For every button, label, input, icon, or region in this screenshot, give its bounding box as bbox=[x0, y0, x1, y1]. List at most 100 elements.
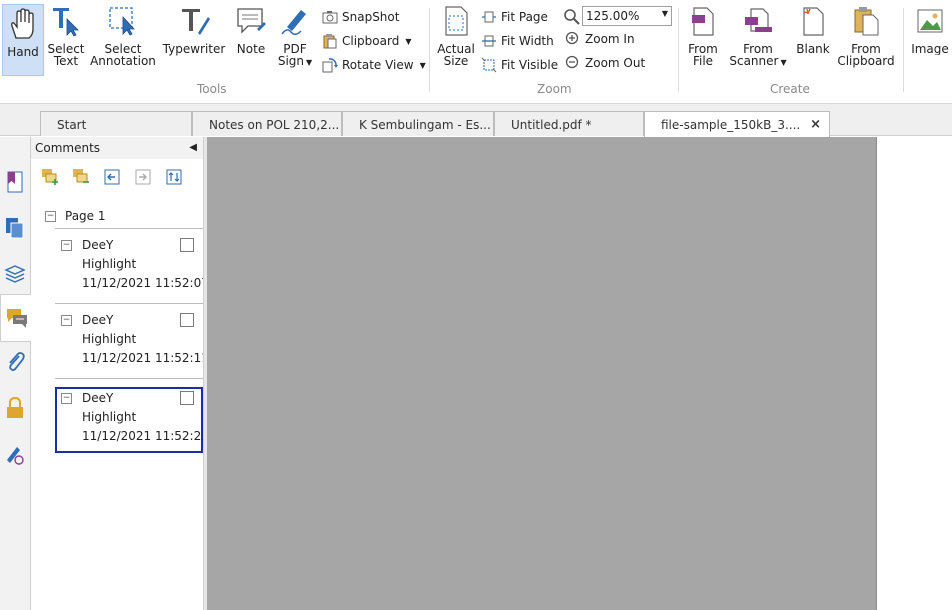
typewriter-button[interactable]: Typewriter bbox=[162, 4, 226, 55]
image-label: Image bbox=[911, 42, 949, 55]
comment-author: DeeY bbox=[82, 313, 114, 327]
comments-toolbar bbox=[31, 165, 203, 189]
collapse-node-icon[interactable]: − bbox=[45, 210, 56, 222]
collapse-node-icon[interactable]: − bbox=[61, 240, 72, 251]
comment-type: Highlight bbox=[82, 257, 137, 271]
collapse-all-icon[interactable] bbox=[70, 166, 92, 188]
tab-k-sembulingam[interactable]: K Sembulingam - Es... bbox=[342, 111, 494, 136]
fit-visible-button[interactable]: Fit Visible bbox=[481, 56, 558, 74]
import-comments-icon[interactable] bbox=[101, 166, 123, 188]
tab-label: Notes on POL 210,2... bbox=[209, 118, 340, 132]
comment-date: 11/12/2021 11:52:07 bbox=[82, 276, 209, 290]
from-clipboard-icon bbox=[849, 4, 883, 38]
document-tab-strip: Start Notes on POL 210,2... K Sembulinga… bbox=[0, 104, 952, 137]
sort-comments-icon[interactable] bbox=[163, 166, 185, 188]
tab-notes-pol[interactable]: Notes on POL 210,2... bbox=[192, 111, 342, 136]
bookmark-icon[interactable] bbox=[2, 169, 28, 195]
tab-label: K Sembulingam - Es... bbox=[359, 118, 491, 132]
zoom-in-icon bbox=[565, 31, 581, 47]
image-button[interactable]: Image bbox=[908, 4, 952, 55]
clipboard-button[interactable]: Clipboard ▼ bbox=[322, 32, 411, 50]
export-comments-icon[interactable] bbox=[132, 166, 154, 188]
paperclip-icon[interactable] bbox=[2, 349, 28, 375]
tab-start[interactable]: Start bbox=[40, 111, 192, 136]
comments-icon[interactable] bbox=[0, 294, 32, 342]
comment-item[interactable]: − DeeY Highlight 11/12/2021 11:52:07 bbox=[55, 234, 209, 300]
magnifier-icon[interactable] bbox=[563, 8, 581, 26]
comment-item[interactable]: − DeeY Highlight 11/12/2021 11:52:11 bbox=[55, 309, 209, 375]
select-text-label-2: Text bbox=[53, 54, 79, 68]
comment-type: Highlight bbox=[82, 410, 137, 424]
comment-item-selected[interactable]: − DeeY Highlight 11/12/2021 11:52:23 bbox=[55, 387, 209, 453]
create-group-label: Create bbox=[770, 82, 810, 96]
select-text-icon bbox=[49, 4, 83, 38]
comment-date: 11/12/2021 11:52:11 bbox=[82, 351, 209, 365]
group-separator bbox=[678, 8, 679, 92]
pdf-sign-label-2: Sign ▼ bbox=[278, 55, 312, 69]
hand-label: Hand bbox=[7, 45, 39, 59]
document-canvas[interactable] bbox=[207, 137, 876, 610]
zoom-out-label: Zoom Out bbox=[585, 56, 646, 70]
layers-icon[interactable] bbox=[2, 261, 28, 287]
zoom-out-icon bbox=[565, 55, 581, 71]
pages-icon[interactable] bbox=[2, 215, 28, 241]
blank-button[interactable]: Blank bbox=[794, 4, 832, 55]
comments-panel: Comments ◀ − Page 1 − DeeY Highlight 11/… bbox=[31, 137, 209, 610]
from-file-label-2: File bbox=[692, 54, 714, 68]
collapse-node-icon[interactable]: − bbox=[61, 315, 72, 326]
snapshot-button[interactable]: SnapShot bbox=[322, 8, 399, 26]
expand-all-icon[interactable] bbox=[39, 166, 61, 188]
chevron-down-icon: ▼ bbox=[306, 58, 313, 67]
from-clipboard-button[interactable]: From Clipboard bbox=[836, 4, 896, 67]
tab-label: Start bbox=[57, 118, 87, 132]
fit-page-icon bbox=[481, 9, 497, 25]
note-button[interactable]: Note bbox=[232, 4, 270, 55]
signature-icon[interactable] bbox=[2, 441, 28, 467]
chevron-down-icon: ▼ bbox=[419, 60, 426, 70]
comment-checkbox[interactable] bbox=[180, 313, 194, 327]
snapshot-label: SnapShot bbox=[342, 10, 400, 24]
blank-label: Blank bbox=[796, 42, 830, 56]
actual-size-button[interactable]: Actual Size bbox=[436, 4, 476, 67]
divider bbox=[55, 228, 203, 229]
typewriter-label: Typewriter bbox=[162, 42, 226, 56]
zoom-in-button[interactable]: Zoom In bbox=[565, 30, 635, 48]
divider bbox=[55, 303, 203, 304]
select-annotation-button[interactable]: Select Annotation bbox=[90, 4, 156, 67]
comment-checkbox[interactable] bbox=[180, 238, 194, 252]
tab-file-sample[interactable]: file-sample_150kB_3.... × bbox=[644, 111, 830, 137]
select-text-button[interactable]: Select Text bbox=[46, 4, 86, 67]
comment-checkbox[interactable] bbox=[180, 391, 194, 405]
zoom-in-label: Zoom In bbox=[585, 32, 635, 46]
comment-author: DeeY bbox=[82, 391, 114, 405]
from-file-button[interactable]: From File bbox=[684, 4, 722, 67]
from-scanner-button[interactable]: From Scanner ▼ bbox=[728, 4, 788, 69]
collapse-panel-icon[interactable]: ◀ bbox=[189, 142, 197, 153]
rotate-view-button[interactable]: Rotate View ▼ bbox=[322, 56, 426, 74]
actual-size-icon bbox=[439, 4, 473, 38]
comment-type: Highlight bbox=[82, 332, 137, 346]
actual-size-label-2: Size bbox=[443, 54, 469, 68]
chevron-down-icon: ▼ bbox=[661, 9, 668, 18]
collapse-node-icon[interactable]: − bbox=[61, 393, 72, 404]
scanner-icon bbox=[741, 4, 775, 38]
group-separator bbox=[903, 8, 904, 92]
zoom-level-select[interactable]: 125.00% ▼ bbox=[582, 6, 672, 26]
page-node[interactable]: − Page 1 bbox=[45, 209, 106, 223]
document-page[interactable] bbox=[876, 137, 952, 610]
fit-width-icon bbox=[481, 33, 497, 49]
hand-tool-button[interactable]: Hand bbox=[2, 4, 44, 76]
lock-icon[interactable] bbox=[2, 395, 28, 421]
fit-page-button[interactable]: Fit Page bbox=[481, 8, 548, 26]
chevron-down-icon: ▼ bbox=[405, 36, 412, 46]
close-tab-icon[interactable]: × bbox=[810, 117, 821, 132]
pdf-sign-button[interactable]: PDF Sign ▼ bbox=[276, 4, 314, 69]
page-node-label: Page 1 bbox=[65, 209, 106, 223]
pdf-sign-icon bbox=[278, 4, 312, 38]
clipboard-label: Clipboard bbox=[342, 34, 400, 48]
tab-untitled[interactable]: Untitled.pdf * bbox=[494, 111, 644, 136]
rotate-view-icon bbox=[322, 57, 338, 73]
fit-width-button[interactable]: Fit Width bbox=[481, 32, 554, 50]
zoom-out-button[interactable]: Zoom Out bbox=[565, 54, 645, 72]
from-scanner-label-text: Scanner bbox=[729, 54, 779, 68]
